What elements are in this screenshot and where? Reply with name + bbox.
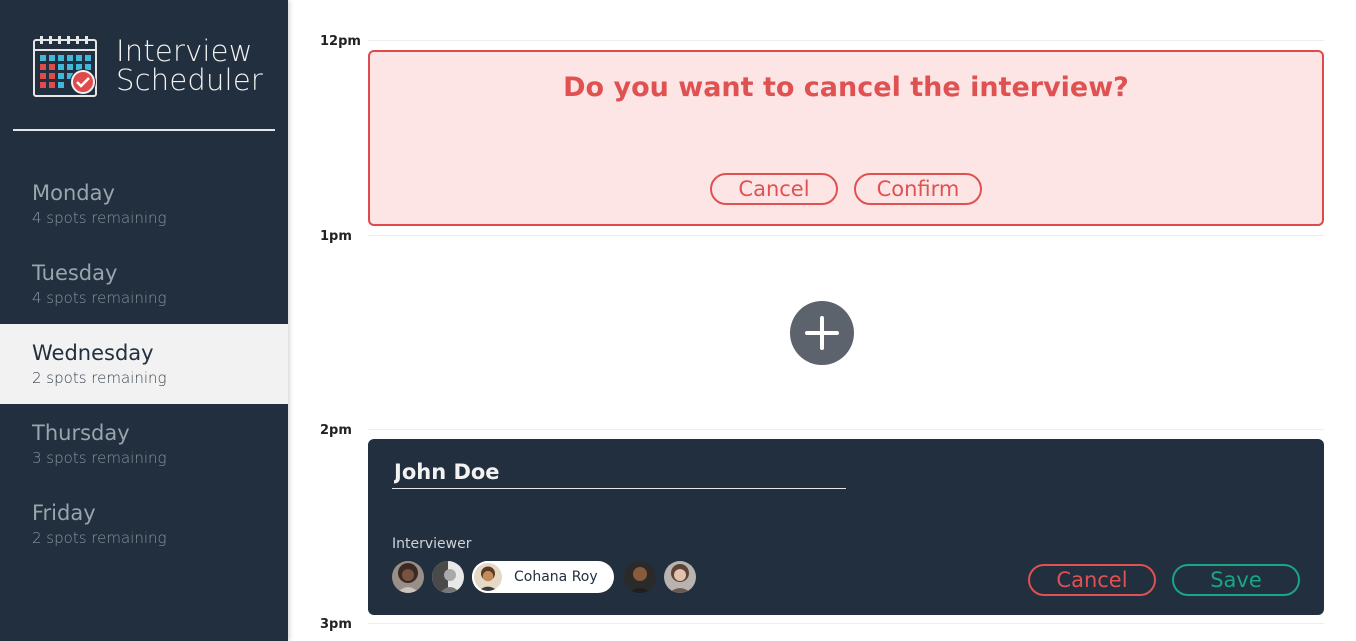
day-item-thursday[interactable]: Thursday 3 spots remaining — [0, 404, 288, 484]
form-cancel-button[interactable]: Cancel — [1028, 564, 1156, 596]
day-name: Thursday — [32, 421, 130, 445]
day-spots: 4 spots remaining — [32, 209, 167, 227]
app-logo: Interview Scheduler — [32, 34, 263, 98]
cancel-confirmation-panel: Do you want to cancel the interview? Can… — [368, 50, 1324, 226]
appointment-form: Interviewer — [368, 439, 1324, 615]
interviewer-photo-icon — [432, 561, 464, 593]
day-list: Monday 4 spots remaining Tuesday 4 spots… — [0, 164, 288, 564]
time-label-12pm: 12pm — [320, 34, 361, 49]
hour-divider — [368, 429, 1324, 430]
confirm-button[interactable]: Confirm — [854, 173, 982, 205]
form-save-button[interactable]: Save — [1172, 564, 1300, 596]
add-appointment-button[interactable] — [790, 301, 854, 365]
sidebar: Interview Scheduler Monday 4 spots remai… — [0, 0, 288, 641]
day-spots: 2 spots remaining — [32, 529, 167, 547]
interviewer-avatar — [472, 561, 504, 593]
app-title-line1: Interview — [116, 34, 253, 68]
interviewer-photo-icon — [392, 561, 424, 593]
interviewer-photo-icon — [623, 561, 656, 593]
interviewer-photo-icon — [663, 561, 696, 593]
cancel-button[interactable]: Cancel — [710, 173, 838, 205]
day-item-tuesday[interactable]: Tuesday 4 spots remaining — [0, 244, 288, 324]
time-label-2pm: 2pm — [320, 423, 352, 438]
selected-interviewer-name: Cohana Roy — [514, 569, 598, 585]
day-item-monday[interactable]: Monday 4 spots remaining — [0, 164, 288, 244]
day-name: Wednesday — [32, 341, 154, 365]
interviewer-list: Cohana Roy — [392, 561, 704, 593]
day-spots: 4 spots remaining — [32, 289, 167, 307]
interviewer-avatar[interactable] — [392, 561, 424, 593]
sidebar-divider — [13, 129, 275, 131]
calendar-icon — [32, 34, 100, 98]
app-title: Interview Scheduler — [116, 37, 263, 95]
hour-divider — [368, 235, 1324, 236]
day-name: Tuesday — [32, 261, 118, 285]
interviewer-avatar[interactable] — [663, 561, 696, 593]
interviewer-label: Interviewer — [392, 536, 472, 552]
day-spots: 3 spots remaining — [32, 449, 167, 467]
day-item-friday[interactable]: Friday 2 spots remaining — [0, 484, 288, 564]
day-name: Monday — [32, 181, 115, 205]
hour-divider — [368, 40, 1324, 41]
confirmation-message: Do you want to cancel the interview? — [563, 72, 1129, 103]
interviewer-avatar[interactable] — [623, 561, 656, 593]
time-label-3pm: 3pm — [320, 617, 352, 632]
app: Interview Scheduler Monday 4 spots remai… — [0, 0, 1356, 641]
day-item-wednesday[interactable]: Wednesday 2 spots remaining — [0, 324, 288, 404]
interviewer-avatar[interactable] — [432, 561, 464, 593]
student-name-input[interactable] — [392, 459, 846, 489]
app-title-line2: Scheduler — [116, 63, 263, 97]
hour-divider — [368, 623, 1324, 624]
day-name: Friday — [32, 501, 96, 525]
selected-interviewer[interactable]: Cohana Roy — [472, 561, 614, 593]
time-label-1pm: 1pm — [320, 229, 352, 244]
interviewer-photo-icon — [474, 563, 502, 591]
day-spots: 2 spots remaining — [32, 369, 167, 387]
